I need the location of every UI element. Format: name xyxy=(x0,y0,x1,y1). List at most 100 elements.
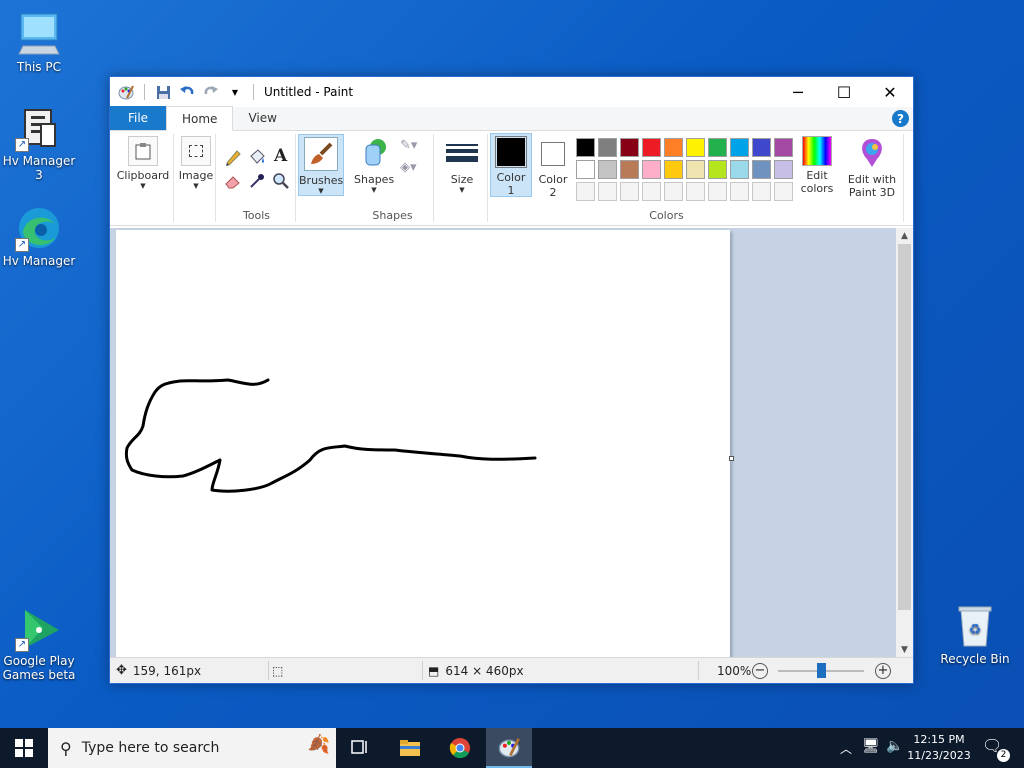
customize-toolbar-icon[interactable]: ▼ xyxy=(225,82,245,102)
vertical-scrollbar[interactable]: ▲ ▼ xyxy=(896,228,913,658)
palette-swatch[interactable] xyxy=(620,138,639,157)
tab-file[interactable]: File xyxy=(110,106,166,130)
palette-swatch-empty[interactable] xyxy=(752,182,771,201)
palette-swatch[interactable] xyxy=(620,160,639,179)
toolbar-divider xyxy=(253,84,254,100)
desktop-icon-this-pc[interactable]: This PC xyxy=(0,10,78,74)
file-explorer-button[interactable] xyxy=(390,728,430,768)
palette-swatch[interactable] xyxy=(774,160,793,179)
desktop-icon-hv-manager-3[interactable]: ↗ Hv Manager 3 xyxy=(0,104,78,182)
color1-label-line2: 1 xyxy=(507,184,515,197)
brush-icon xyxy=(304,137,338,171)
select-icon xyxy=(181,136,211,166)
fill-icon[interactable] xyxy=(248,148,266,169)
outline-icon[interactable]: ✎▾ xyxy=(400,138,417,153)
edit-colors-button[interactable]: Edit colors xyxy=(792,136,842,195)
zoom-slider-thumb[interactable] xyxy=(816,663,826,678)
palette-swatch[interactable] xyxy=(730,138,749,157)
palette-swatch-empty[interactable] xyxy=(620,182,639,201)
clipboard-group: Clipboard ▼ xyxy=(114,134,174,222)
fill-shape-icon[interactable]: ◈▾ xyxy=(400,160,417,175)
scroll-thumb[interactable] xyxy=(898,244,911,610)
tools-group-label: Tools xyxy=(242,209,271,222)
desktop-icon-hv-manager[interactable]: ↗ Hv Manager xyxy=(0,204,78,268)
chevron-down-icon: ▼ xyxy=(193,182,199,190)
palette-swatch[interactable] xyxy=(752,138,771,157)
help-button[interactable]: ? xyxy=(892,110,909,127)
ribbon: Clipboard ▼ Image ▼ A Tools Brushes ▼ Sh… xyxy=(110,131,913,226)
tab-view[interactable]: View xyxy=(233,106,291,130)
clock[interactable]: 12:15 PM 11/23/2023 xyxy=(904,732,974,764)
shapes-button[interactable]: Shapes ▼ xyxy=(354,136,394,194)
zoom-out-icon[interactable]: − xyxy=(752,663,768,679)
paint-app-icon[interactable] xyxy=(116,82,136,102)
palette-swatch[interactable] xyxy=(576,160,595,179)
tab-home[interactable]: Home xyxy=(166,106,234,131)
volume-muted-icon[interactable]: 🔈 xyxy=(886,738,903,754)
color1-button[interactable]: Color 1 xyxy=(490,133,532,197)
edit-with-paint3d-button[interactable]: Edit with Paint 3D xyxy=(844,136,900,199)
chrome-button[interactable] xyxy=(440,728,480,768)
magnifier-icon[interactable] xyxy=(272,172,290,193)
palette-swatch[interactable] xyxy=(664,160,683,179)
minimize-button[interactable]: ─ xyxy=(775,77,821,107)
palette-swatch-empty[interactable] xyxy=(664,182,683,201)
search-placeholder: Type here to search xyxy=(81,740,220,756)
chevron-down-icon: ▼ xyxy=(318,187,324,195)
tray-chevron-icon[interactable]: ︿ xyxy=(840,740,852,757)
save-icon[interactable] xyxy=(153,82,173,102)
palette-swatch[interactable] xyxy=(664,138,683,157)
palette-swatch[interactable] xyxy=(686,138,705,157)
drawing-canvas[interactable] xyxy=(116,230,730,658)
notifications-button[interactable]: 🗨 2 xyxy=(982,736,1010,762)
clipboard-icon xyxy=(128,136,158,166)
close-button[interactable]: ✕ xyxy=(867,77,913,107)
taskbar-search[interactable]: ⚲ Type here to search 🍂 xyxy=(48,728,336,768)
palette-swatch[interactable] xyxy=(708,138,727,157)
start-button[interactable] xyxy=(0,728,48,768)
palette-swatch-empty[interactable] xyxy=(642,182,661,201)
maximize-button[interactable]: ☐ xyxy=(821,77,867,107)
zoom-slider[interactable] xyxy=(778,663,864,678)
notification-count: 2 xyxy=(997,749,1010,762)
desktop-icon-google-play-games[interactable]: ↗ Google Play Games beta xyxy=(0,604,78,682)
zoom-in-icon[interactable]: + xyxy=(875,663,891,679)
size-button[interactable]: Size ▼ xyxy=(440,136,484,194)
title-bar[interactable]: ▼ Untitled - Paint ─ ☐ ✕ xyxy=(110,77,913,107)
eraser-icon[interactable] xyxy=(224,172,242,193)
palette-swatch[interactable] xyxy=(774,138,793,157)
pencil-icon[interactable] xyxy=(224,148,242,169)
redo-icon[interactable] xyxy=(201,82,221,102)
palette-swatch[interactable] xyxy=(752,160,771,179)
palette-swatch-empty[interactable] xyxy=(686,182,705,201)
palette-swatch-empty[interactable] xyxy=(708,182,727,201)
palette-swatch[interactable] xyxy=(708,160,727,179)
clipboard-button[interactable]: Clipboard ▼ xyxy=(116,136,170,190)
palette-swatch[interactable] xyxy=(642,160,661,179)
palette-swatch[interactable] xyxy=(598,138,617,157)
brushes-button[interactable]: Brushes ▼ xyxy=(298,134,344,196)
task-view-button[interactable] xyxy=(340,728,380,768)
image-button[interactable]: Image ▼ xyxy=(178,136,214,190)
desktop-icon-recycle-bin[interactable]: ♻ Recycle Bin xyxy=(936,602,1014,666)
palette-swatch[interactable] xyxy=(642,138,661,157)
palette-swatch-empty[interactable] xyxy=(598,182,617,201)
palette-swatch[interactable] xyxy=(576,138,595,157)
network-icon[interactable]: 🖥 xyxy=(862,738,880,754)
color-picker-icon[interactable] xyxy=(248,172,266,193)
status-divider xyxy=(698,661,699,680)
undo-icon[interactable] xyxy=(177,82,197,102)
palette-swatch-empty[interactable] xyxy=(774,182,793,201)
palette-swatch-empty[interactable] xyxy=(576,182,595,201)
desktop-icon-label: Hv Manager xyxy=(2,254,76,268)
palette-swatch[interactable] xyxy=(598,160,617,179)
palette-swatch[interactable] xyxy=(730,160,749,179)
palette-swatch[interactable] xyxy=(686,160,705,179)
palette-swatch-empty[interactable] xyxy=(730,182,749,201)
paint-taskbar-button[interactable] xyxy=(486,728,532,768)
text-tool-icon[interactable]: A xyxy=(274,146,287,166)
scroll-up-icon[interactable]: ▲ xyxy=(896,228,913,244)
scroll-down-icon[interactable]: ▼ xyxy=(896,642,913,658)
resize-handle-right[interactable] xyxy=(729,456,734,461)
color2-button[interactable]: Color 2 xyxy=(534,136,572,199)
